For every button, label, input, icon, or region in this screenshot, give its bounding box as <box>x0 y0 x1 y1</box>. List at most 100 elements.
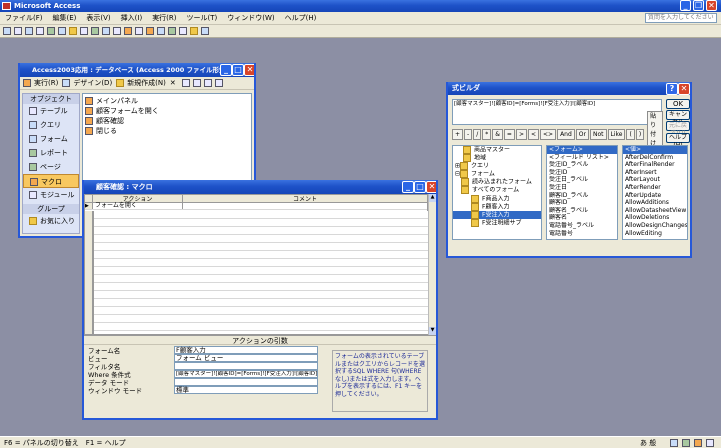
tree-item[interactable]: ⊟ フォーム <box>453 170 541 179</box>
property-item[interactable]: AllowDesignChanges <box>623 222 687 230</box>
grid-scrollbar[interactable]: ▲ ▼ <box>428 194 436 335</box>
undo-button[interactable]: 元に戻す(U) <box>666 121 690 137</box>
expression-input[interactable]: [顧客マスター]![顧客ID]=[Forms]![F受注入力]![顧客ID] <box>452 99 662 125</box>
property-item[interactable]: AfterUpdate <box>623 192 687 200</box>
delete-icon[interactable]: ✕ <box>170 79 176 87</box>
db-new-button[interactable]: 新規作成(N) <box>127 78 166 88</box>
object-queries[interactable]: クエリ <box>23 118 79 132</box>
action-cell[interactable]: フォームを開く <box>93 203 183 209</box>
group-favorites[interactable]: お気に入り <box>23 214 79 228</box>
property-item[interactable]: AfterRender <box>623 184 687 192</box>
run-icon[interactable] <box>146 27 154 35</box>
tree-item[interactable]: すべてのフォーム <box>453 186 541 195</box>
list-view-icon[interactable] <box>203 79 212 87</box>
field-item[interactable]: 顧客名 <box>547 214 617 222</box>
object-macros[interactable]: マクロ <box>23 174 79 188</box>
tree-item-selected[interactable]: F受注入力 <box>453 210 541 219</box>
database-window-icon[interactable] <box>179 27 187 35</box>
operator-button[interactable]: - <box>464 128 473 140</box>
property-item[interactable]: AllowDatasheetView <box>623 207 687 215</box>
db-run-button[interactable]: 実行(R) <box>34 78 58 88</box>
property-item[interactable]: AfterLayout <box>623 176 687 184</box>
menu-edit[interactable]: 編集(E) <box>48 12 82 24</box>
object-reports[interactable]: レポート <box>23 146 79 160</box>
arg-value-field[interactable] <box>174 378 318 386</box>
field-item[interactable]: 受注日_ラベル <box>547 176 617 184</box>
operator-button[interactable]: * <box>482 128 492 140</box>
operator-button[interactable]: < <box>527 128 540 140</box>
help-icon[interactable] <box>201 27 209 35</box>
list-item[interactable]: メインパネル <box>85 96 249 106</box>
macro-close-button[interactable]: ✕ <box>426 181 436 193</box>
arg-value-field[interactable]: F顧客入力 <box>174 346 318 354</box>
spell-icon[interactable] <box>36 27 44 35</box>
copy-icon[interactable] <box>58 27 66 35</box>
field-item[interactable]: 顧客名_ラベル <box>547 207 617 215</box>
operator-button[interactable]: ) <box>635 128 645 140</box>
step-icon[interactable] <box>157 27 165 35</box>
field-item[interactable]: 受注日 <box>547 184 617 192</box>
operator-button[interactable]: Not <box>590 128 607 140</box>
field-item[interactable]: 受注ID_ラベル <box>547 161 617 169</box>
help-icon[interactable]: ? <box>666 83 678 95</box>
operator-button[interactable]: <> <box>540 128 557 140</box>
property-item[interactable]: AfterInsert <box>623 169 687 177</box>
arg-value-field[interactable]: 標準 <box>174 386 318 394</box>
menu-insert[interactable]: 挿入(I) <box>116 12 148 24</box>
ime-icon[interactable] <box>670 439 678 447</box>
undo-icon[interactable] <box>80 27 88 35</box>
cut-icon[interactable] <box>47 27 55 35</box>
operator-button[interactable]: & <box>492 128 503 140</box>
macro-minimize-button[interactable]: _ <box>402 181 414 193</box>
tree-item[interactable]: 商品マスター <box>453 146 541 154</box>
menu-tools[interactable]: ツール(T) <box>182 12 223 24</box>
object-modules[interactable]: モジュール <box>23 188 79 202</box>
table-row[interactable]: ▶ フォームを開く <box>85 203 427 210</box>
object-tables[interactable]: テーブル <box>23 104 79 118</box>
field-item[interactable]: <フィールド リスト> <box>547 154 617 162</box>
restore-button[interactable]: ❐ <box>693 0 704 11</box>
delete-rows-icon[interactable] <box>135 27 143 35</box>
insert-rows-icon[interactable] <box>124 27 132 35</box>
small-icons-icon[interactable] <box>192 79 201 87</box>
arg-value-field[interactable] <box>174 362 318 370</box>
macro-maximize-button[interactable]: □ <box>414 181 426 193</box>
property-item[interactable]: AfterDelConfirm <box>623 154 687 162</box>
minimize-button[interactable]: _ <box>680 0 691 11</box>
save-icon[interactable] <box>3 27 11 35</box>
field-item-selected[interactable]: <フォーム> <box>547 146 617 154</box>
ok-button[interactable]: OK <box>666 99 690 109</box>
tree-item[interactable]: ⊞ クエリ <box>453 162 541 171</box>
list-item[interactable]: 顧客確認 <box>85 116 249 126</box>
paste-icon[interactable] <box>69 27 77 35</box>
operator-button[interactable]: = <box>503 128 515 140</box>
help-search-input[interactable]: 質問を入力してください <box>645 13 717 23</box>
operator-button[interactable]: ( <box>626 128 635 140</box>
field-item[interactable]: 電話番号_ラベル <box>547 222 617 230</box>
operator-button[interactable]: > <box>515 128 527 140</box>
new-object-icon[interactable] <box>190 27 198 35</box>
ime-icon[interactable] <box>694 439 702 447</box>
expression-builder-title-bar[interactable]: 式ビルダ ? ✕ <box>448 82 690 95</box>
list-item[interactable]: 閉じる <box>85 126 249 136</box>
menu-help[interactable]: ヘルプ(H) <box>280 12 322 24</box>
close-button[interactable]: ✕ <box>706 0 717 11</box>
operator-button[interactable]: Like <box>607 128 626 140</box>
expression-builder-close-button[interactable]: ✕ <box>678 83 690 95</box>
database-window-title-bar[interactable]: Access2003応用 : データベース (Access 2000 ファイル形… <box>20 63 254 77</box>
menu-file[interactable]: ファイル(F) <box>0 12 48 24</box>
menu-window[interactable]: ウィンドウ(W) <box>222 12 279 24</box>
object-pages[interactable]: ページ <box>23 160 79 174</box>
list-item[interactable]: 顧客フォームを開く <box>85 106 249 116</box>
tree-item[interactable]: F商品入力 <box>453 194 541 203</box>
print-icon[interactable] <box>14 27 22 35</box>
tree-item[interactable]: F受注明細サブ <box>453 218 541 227</box>
preview-icon[interactable] <box>25 27 33 35</box>
property-item-selected[interactable]: <値> <box>623 146 687 154</box>
conditions-icon[interactable] <box>113 27 121 35</box>
build-icon[interactable] <box>168 27 176 35</box>
db-design-button[interactable]: デザイン(D) <box>73 78 112 88</box>
tree-item[interactable]: 読み込まれたフォーム <box>453 178 541 187</box>
ime-icon[interactable] <box>706 439 714 447</box>
ime-indicator[interactable]: あ 般 <box>640 437 656 448</box>
